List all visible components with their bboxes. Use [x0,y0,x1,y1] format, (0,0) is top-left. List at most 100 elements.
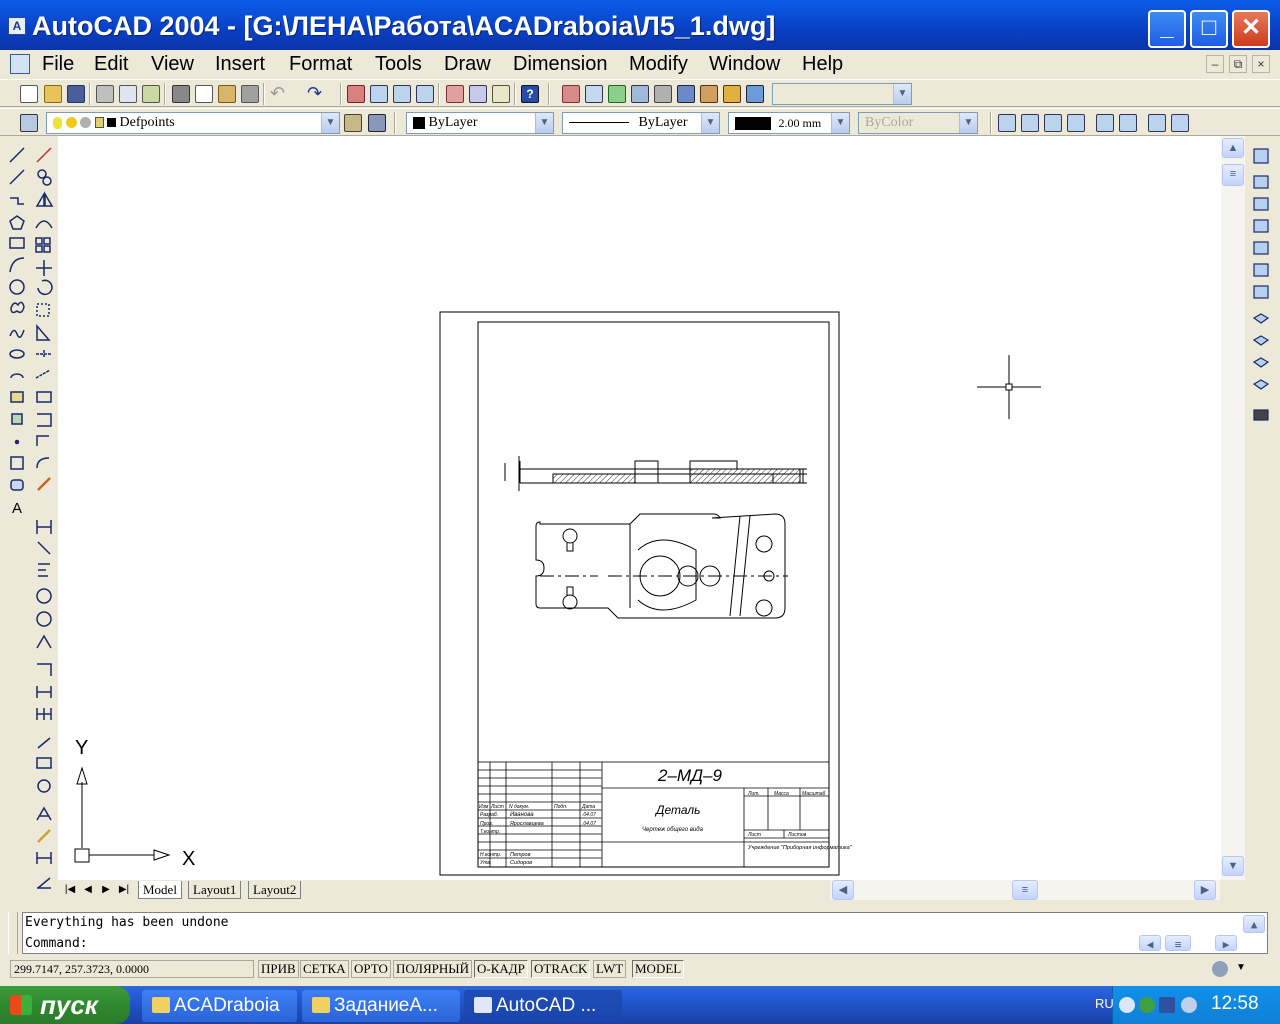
next-tab-button[interactable]: ▶ [98,882,114,898]
zoom-extents-icon[interactable] [1171,114,1189,132]
menu-tools[interactable]: Tools [375,53,422,76]
zoom-dynamic-icon[interactable] [1021,114,1039,132]
tab-layout1[interactable]: Layout1 [188,881,242,899]
snap-center-icon[interactable] [608,85,626,103]
prev-tab-button[interactable]: ◀ [80,882,96,898]
help-icon[interactable]: ? [521,85,539,103]
match-properties-icon[interactable] [241,85,259,103]
tab-model[interactable]: Model [138,881,182,899]
pan-realtime-icon[interactable] [347,85,365,103]
model-toggle[interactable]: MODEL [632,960,685,978]
menu-help[interactable]: Help [802,53,843,76]
minimize-button[interactable]: _ [1148,10,1186,48]
plotstyle-combo[interactable]: ByColor ▼ [858,112,978,134]
grid-toggle[interactable]: СЕТКА [300,960,349,978]
autocad-app-icon[interactable]: A [8,17,26,35]
otrack-toggle[interactable]: OTRACK [531,960,591,978]
snap-endpoint-icon[interactable] [562,85,580,103]
cut-icon[interactable] [172,85,190,103]
start-button[interactable]: пуск [0,986,130,1024]
horizontal-scroll-thumb[interactable]: ≡ [1012,880,1038,900]
paste-icon[interactable] [218,85,236,103]
first-tab-button[interactable]: |◀ [62,882,78,898]
command-scroll-up[interactable]: ▲ [1243,915,1265,933]
menu-modify[interactable]: Modify [629,53,688,76]
tray-autocad-icon[interactable] [1181,997,1197,1013]
scroll-down-button[interactable]: ▼ [1222,856,1244,876]
drawing-area[interactable]: 2–МД–9 Деталь Чертеж общего вида Учрежде… [58,136,1221,880]
publish-icon[interactable] [142,85,160,103]
snap-perpendicular-icon[interactable] [746,85,764,103]
linetype-combo[interactable]: ByLayer ▼ [562,112,720,134]
zoom-realtime-icon[interactable] [370,85,388,103]
tool-palettes-icon[interactable] [492,85,510,103]
zoom-all-icon[interactable] [1148,114,1166,132]
undo-icon[interactable]: ↶ [270,83,285,104]
command-scroll-thumb[interactable]: ≡ [1165,935,1191,951]
menu-view[interactable]: View [151,53,194,76]
close-button[interactable]: ✕ [1232,10,1270,48]
menu-draw[interactable]: Draw [444,53,491,76]
lwt-toggle[interactable]: LWT [593,960,627,978]
ortho-toggle[interactable]: ОРТО [351,960,391,978]
task-acadraboia[interactable]: ACADraboia [142,990,297,1022]
last-tab-button[interactable]: ▶| [116,882,132,898]
tray-network-icon[interactable] [1139,997,1155,1013]
vertical-scrollbar[interactable]: ▲ ≡ ▼ [1221,136,1245,880]
zoom-out-icon[interactable] [1119,114,1137,132]
layer-manager-icon[interactable] [20,114,38,132]
language-indicator[interactable]: RU [1095,996,1114,1011]
status-menu-arrow-icon[interactable]: ▼ [1236,962,1246,973]
make-layer-current-icon[interactable] [344,114,362,132]
scroll-up-button[interactable]: ▲ [1222,138,1244,158]
print-icon[interactable] [96,85,114,103]
zoom-previous-icon[interactable] [416,85,434,103]
menu-edit[interactable]: Edit [94,53,128,76]
command-grip[interactable] [8,912,18,954]
tray-monitor-icon[interactable] [1159,997,1175,1013]
title-bar[interactable]: A AutoCAD 2004 - [G:\ЛЕНА\Работа\ACADrab… [0,0,1280,50]
maximize-button[interactable]: □ [1190,10,1228,48]
snap-insertion-icon[interactable] [723,85,741,103]
tab-layout2[interactable]: Layout2 [248,881,302,899]
document-close-button[interactable]: × [1252,55,1270,73]
snap-midpoint-icon[interactable] [585,85,603,103]
copy-icon[interactable] [195,85,213,103]
horizontal-scrollbar[interactable]: ◀ ≡ ▶ [830,880,1220,900]
osnap-toggle[interactable]: О-КАДР [474,960,528,978]
menu-file[interactable]: File [42,53,74,76]
zoom-center-icon[interactable] [1067,114,1085,132]
snap-quadrant-icon[interactable] [654,85,672,103]
menu-dimension[interactable]: Dimension [513,53,607,76]
document-icon[interactable] [10,54,30,74]
command-scroll-right[interactable]: ▶ [1215,935,1237,951]
named-views-combo[interactable]: ▼ [772,83,912,105]
snap-toggle[interactable]: ПРИВ [258,960,299,978]
menu-window[interactable]: Window [709,53,780,76]
zoom-scale-icon[interactable] [1044,114,1062,132]
task-zadanie[interactable]: ЗаданиеA... [302,990,460,1022]
command-scroll-left[interactable]: ◀ [1139,935,1161,951]
task-autocad[interactable]: AutoCAD ... [464,990,622,1022]
document-restore-button[interactable]: ⧉ [1229,55,1247,73]
menu-format[interactable]: Format [289,53,352,76]
polar-toggle[interactable]: ПОЛЯРНЫЙ [393,960,472,978]
layer-dropdown-arrow[interactable]: ▼ [321,113,339,133]
zoom-window-icon[interactable] [393,85,411,103]
layer-combo[interactable]: Defpoints ▼ [46,112,340,134]
snap-extension-icon[interactable] [700,85,718,103]
design-center-icon[interactable] [469,85,487,103]
tray-expand-icon[interactable] [1119,997,1135,1013]
properties-icon[interactable] [446,85,464,103]
lineweight-combo[interactable]: 2.00 mm ▼ [728,112,850,134]
zoom-window-icon[interactable] [998,114,1016,132]
menu-insert[interactable]: Insert [215,53,265,76]
coordinate-display[interactable]: 299.7147, 257.3723, 0.0000 [10,960,254,978]
print-preview-icon[interactable] [119,85,137,103]
document-minimize-button[interactable]: – [1206,55,1224,73]
color-combo[interactable]: ByLayer ▼ [406,112,554,134]
redo-icon[interactable]: ↷ [307,83,322,104]
communication-center-icon[interactable] [1212,961,1228,977]
layer-previous-icon[interactable] [368,114,386,132]
command-window[interactable]: Everything has been undone Command: ▲ ◀ … [22,912,1268,954]
